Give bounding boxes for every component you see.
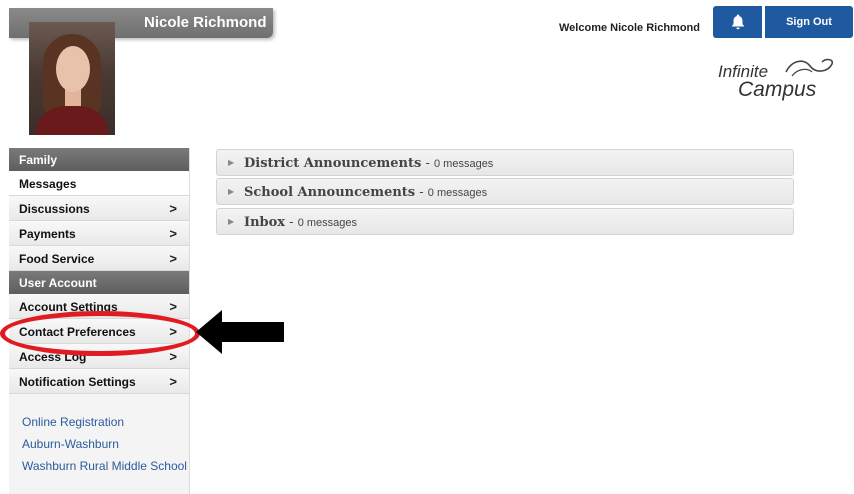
sidebar-section-family: Family bbox=[9, 148, 189, 171]
chevron-right-icon: > bbox=[169, 374, 177, 389]
inbox-panel[interactable]: ▶ Inbox - 0 messages bbox=[216, 208, 794, 235]
sidebar-item-label: Messages bbox=[19, 177, 77, 191]
avatar bbox=[29, 22, 115, 135]
welcome-text: Welcome Nicole Richmond bbox=[559, 22, 700, 34]
district-link[interactable]: Auburn-Washburn bbox=[22, 438, 189, 451]
bell-icon bbox=[731, 14, 744, 30]
sidebar-links: Online Registration Auburn-Washburn Wash… bbox=[9, 394, 189, 473]
panel-separator: - bbox=[421, 156, 434, 171]
highlight-ellipse bbox=[0, 311, 200, 356]
online-registration-link[interactable]: Online Registration bbox=[22, 416, 189, 429]
panel-separator: - bbox=[415, 185, 428, 200]
sidebar-section-user-account: User Account bbox=[9, 271, 189, 294]
sign-out-button[interactable]: Sign Out bbox=[765, 6, 853, 38]
sidebar-item-messages[interactable]: Messages bbox=[9, 171, 189, 196]
chevron-right-icon: > bbox=[169, 201, 177, 216]
chevron-right-icon: > bbox=[169, 226, 177, 241]
logo-swoosh-icon bbox=[785, 58, 834, 77]
notifications-button[interactable] bbox=[713, 6, 762, 38]
chevron-right-icon: > bbox=[169, 299, 177, 314]
school-link[interactable]: Washburn Rural Middle School bbox=[22, 460, 189, 473]
sidebar-item-label: Notification Settings bbox=[19, 375, 136, 389]
panel-title: School Announcements bbox=[244, 185, 416, 200]
pointer-arrow-icon bbox=[196, 310, 284, 354]
user-name: Nicole Richmond bbox=[144, 14, 267, 31]
panel-title: Inbox bbox=[244, 215, 286, 230]
expand-arrow-icon: ▶ bbox=[228, 217, 235, 226]
sidebar-item-food-service[interactable]: Food Service > bbox=[9, 246, 189, 271]
infinite-campus-logo: Infinite Campus bbox=[718, 54, 838, 102]
sidebar-item-payments[interactable]: Payments > bbox=[9, 221, 189, 246]
panel-count: 0 messages bbox=[427, 187, 488, 199]
sidebar-item-label: Discussions bbox=[19, 202, 90, 216]
sidebar-item-notification-settings[interactable]: Notification Settings > bbox=[9, 369, 189, 394]
sidebar-item-label: Payments bbox=[19, 227, 76, 241]
panel-separator: - bbox=[285, 215, 298, 230]
sidebar-item-discussions[interactable]: Discussions > bbox=[9, 196, 189, 221]
district-announcements-panel[interactable]: ▶ District Announcements - 0 messages bbox=[216, 149, 794, 176]
logo-text-line2: Campus bbox=[738, 78, 817, 101]
school-announcements-panel[interactable]: ▶ School Announcements - 0 messages bbox=[216, 178, 794, 205]
expand-arrow-icon: ▶ bbox=[228, 187, 235, 196]
panel-count: 0 messages bbox=[297, 217, 358, 229]
sidebar-item-label: Food Service bbox=[19, 252, 95, 266]
chevron-right-icon: > bbox=[169, 251, 177, 266]
chevron-right-icon: > bbox=[169, 349, 177, 364]
expand-arrow-icon: ▶ bbox=[228, 158, 235, 167]
panel-count: 0 messages bbox=[434, 158, 494, 170]
panel-title: District Announcements bbox=[244, 156, 422, 171]
